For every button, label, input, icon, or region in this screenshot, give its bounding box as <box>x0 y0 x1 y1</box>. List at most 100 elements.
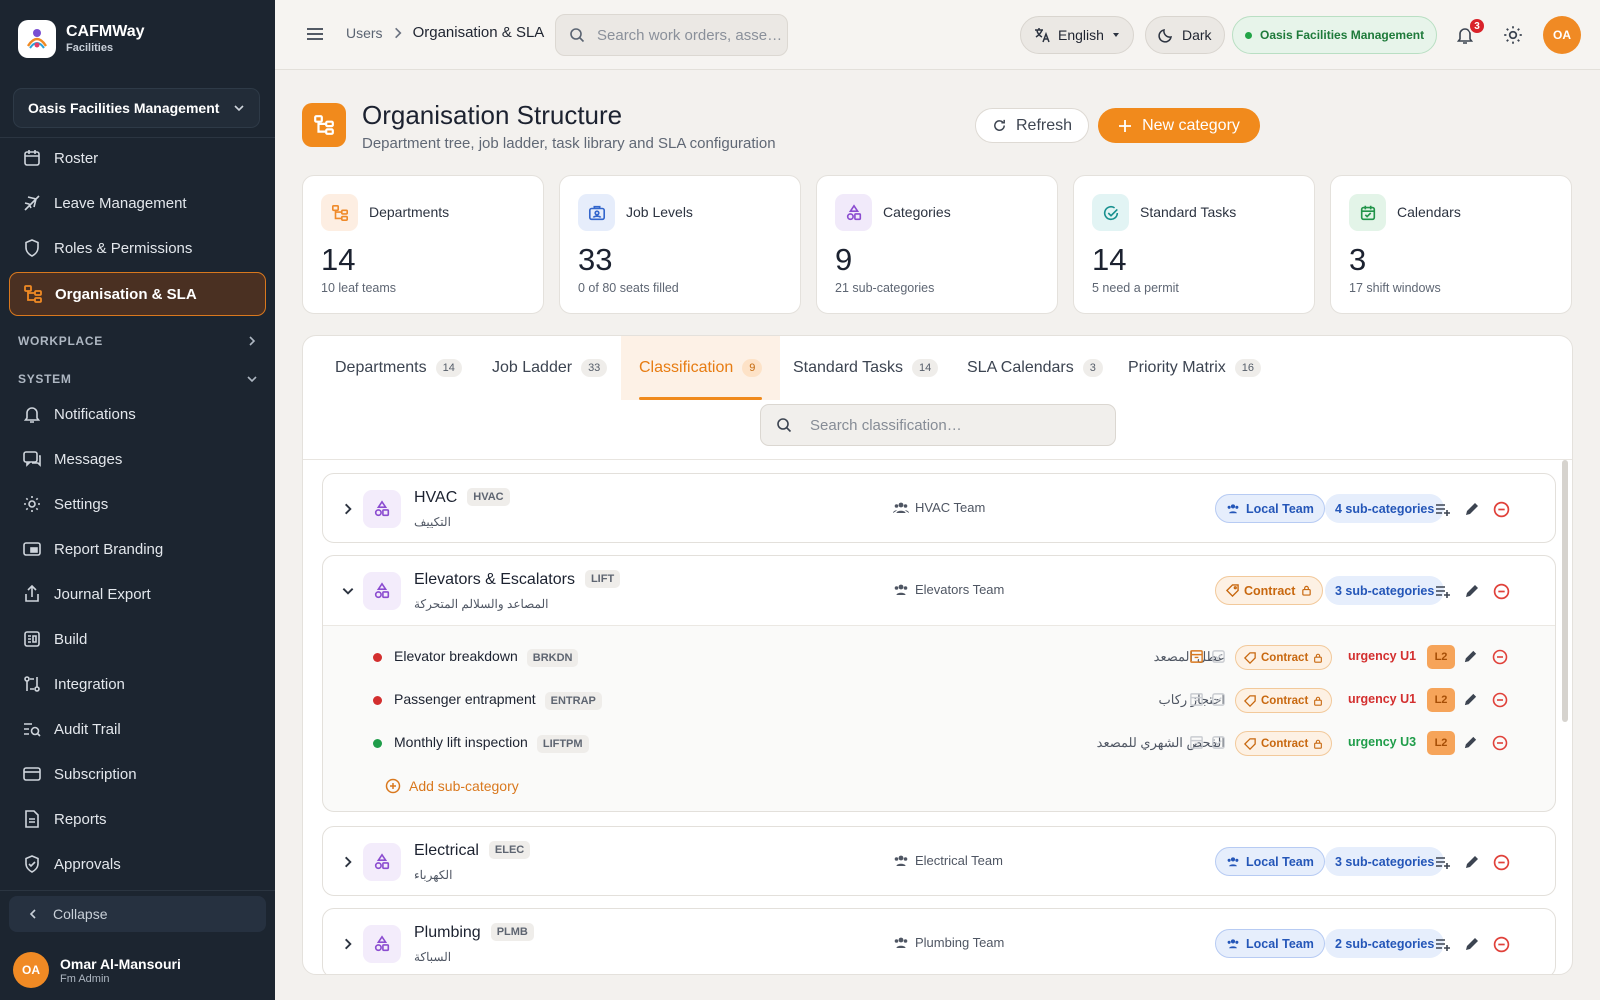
remove-circle-icon[interactable] <box>1493 854 1510 871</box>
sub-category-code: BRKDN <box>526 649 579 667</box>
pencil-icon[interactable] <box>1464 583 1480 599</box>
refresh-button[interactable]: Refresh <box>975 108 1089 143</box>
add-list-icon[interactable] <box>1435 936 1451 952</box>
org-structure-icon <box>302 103 346 147</box>
shapes-icon <box>363 572 401 610</box>
tab-count: 3 <box>1082 359 1103 377</box>
user-profile[interactable]: OA Omar Al-Mansouri Fm Admin <box>13 952 181 988</box>
add-list-icon[interactable] <box>1435 854 1451 870</box>
remove-circle-icon[interactable] <box>1492 692 1508 708</box>
sidebar-item-leave-management[interactable]: Leave Management <box>9 181 266 225</box>
tab-job-ladder[interactable]: Job Ladder 33 <box>492 336 608 400</box>
add-sub-category-button[interactable]: Add sub-category <box>385 778 519 794</box>
pencil-icon[interactable] <box>1464 501 1480 517</box>
category-row-header[interactable]: Elevators & Escalators LIFT المصاعد والسل… <box>323 556 1555 626</box>
remove-circle-icon[interactable] <box>1493 501 1510 518</box>
chevron-right-icon[interactable] <box>341 502 355 516</box>
remove-circle-icon[interactable] <box>1492 735 1508 751</box>
menu-icon[interactable] <box>305 24 325 44</box>
chevron-right-icon[interactable] <box>341 855 355 869</box>
breadcrumb-users[interactable]: Users <box>346 25 383 41</box>
stat-card-categories[interactable]: Categories 9 21 sub-categories <box>816 175 1058 314</box>
sidebar-item-roles-permissions[interactable]: Roles & Permissions <box>9 226 266 270</box>
category-arabic-name: الكهرباء <box>414 868 453 882</box>
tab-label: Classification <box>639 359 734 376</box>
sidebar-item-notifications[interactable]: Notifications <box>9 392 266 436</box>
scrollbar-thumb[interactable] <box>1562 460 1568 722</box>
sidebar-item-settings[interactable]: Settings <box>9 482 266 526</box>
pencil-icon[interactable] <box>1463 649 1478 664</box>
sidebar-item-audit-trail[interactable]: Audit Trail <box>9 707 266 751</box>
archive-icon[interactable] <box>1189 692 1204 707</box>
add-list-icon[interactable] <box>1435 583 1451 599</box>
sub-category-name: Passenger entrapment <box>394 691 536 707</box>
stat-card-job-levels[interactable]: Job Levels 33 0 of 80 seats filled <box>559 175 801 314</box>
pencil-icon[interactable] <box>1463 692 1478 707</box>
stat-card-departments[interactable]: Departments 14 10 leaf teams <box>302 175 544 314</box>
org-selector[interactable]: Oasis Facilities Management <box>13 88 260 128</box>
fulfilment-mode-label: Contract <box>1244 583 1296 598</box>
fulfilment-mode-badge: Contract <box>1235 645 1333 670</box>
collapse-button[interactable]: Collapse <box>9 896 266 932</box>
sidebar-item-journal-export[interactable]: Journal Export <box>9 572 266 616</box>
user-avatar-button[interactable]: OA <box>1543 16 1581 54</box>
sidebar-item-subscription[interactable]: Subscription <box>9 752 266 796</box>
pencil-icon[interactable] <box>1463 735 1478 750</box>
remove-circle-icon[interactable] <box>1493 936 1510 953</box>
tab-sla-calendars[interactable]: SLA Calendars 3 <box>967 336 1103 400</box>
sub-category-row[interactable]: Monthly lift inspection LIFTPM الفحص الشه… <box>373 728 1533 758</box>
sidebar-item-report-branding[interactable]: Report Branding <box>9 527 266 571</box>
category-row-elevators[interactable]: Elevators & Escalators LIFT المصاعد والسل… <box>322 555 1556 812</box>
pencil-icon[interactable] <box>1464 854 1480 870</box>
chevron-down-icon[interactable] <box>341 584 355 598</box>
sidebar-item-approvals[interactable]: Approvals <box>9 842 266 886</box>
sub-category-row[interactable]: Passenger entrapment ENTRAP احتجاز ركاب C… <box>373 685 1533 715</box>
stat-card-standard-tasks[interactable]: Standard Tasks 14 5 need a permit <box>1073 175 1315 314</box>
org-tree-icon <box>24 285 42 303</box>
fulfilment-mode-badge: Local Team <box>1215 847 1325 876</box>
add-list-icon[interactable] <box>1435 501 1451 517</box>
remove-circle-icon[interactable] <box>1493 583 1510 600</box>
archive-icon[interactable] <box>1189 735 1204 750</box>
sidebar-item-label: Roster <box>54 149 99 167</box>
checkbox-icon[interactable] <box>1211 649 1226 664</box>
sidebar-item-organisation-sla[interactable]: Organisation & SLA <box>9 272 266 316</box>
tab-standard-tasks[interactable]: Standard Tasks 14 <box>793 336 939 400</box>
tab-priority-matrix[interactable]: Priority Matrix 16 <box>1128 336 1262 400</box>
team-icon <box>893 502 909 513</box>
assigned-team: Plumbing Team <box>893 935 1004 950</box>
remove-circle-icon[interactable] <box>1492 649 1508 665</box>
checkbox-icon[interactable] <box>1211 692 1226 707</box>
category-row-plumbing[interactable]: Plumbing PLMB السباكة Plumbing Team Local… <box>322 908 1556 974</box>
tab-classification[interactable]: Classification 9 <box>621 336 781 400</box>
sidebar-item-label: Journal Export <box>54 585 151 603</box>
theme-toggle[interactable]: Dark <box>1145 16 1225 54</box>
sidebar-item-integration[interactable]: Integration <box>9 662 266 706</box>
category-row-electrical[interactable]: Electrical ELEC الكهرباء Electrical Team … <box>322 826 1556 896</box>
tab-departments[interactable]: Departments 14 <box>335 336 462 400</box>
sidebar-item-build[interactable]: Build <box>9 617 266 661</box>
sidebar-item-roster[interactable]: Roster <box>9 136 266 180</box>
sidebar-item-messages[interactable]: Messages <box>9 437 266 481</box>
sub-category-row[interactable]: Elevator breakdown BRKDN عطل المصعد Contr… <box>373 642 1533 672</box>
sidebar-group-workplace[interactable]: WORKPLACE <box>18 334 258 348</box>
calendar-icon <box>24 150 40 166</box>
category-row-hvac[interactable]: HVAC HVAC التكييف HVAC Team Local Team 4 … <box>322 473 1556 543</box>
lock-icon <box>1302 585 1312 596</box>
brand[interactable]: CAFMWay Facilities <box>18 20 145 58</box>
pencil-icon[interactable] <box>1464 936 1480 952</box>
stat-card-calendars[interactable]: Calendars 3 17 shift windows <box>1330 175 1572 314</box>
archive-icon[interactable] <box>1189 649 1204 664</box>
gear-icon[interactable] <box>1502 24 1524 46</box>
chevron-right-icon[interactable] <box>341 937 355 951</box>
org-status-badge[interactable]: Oasis Facilities Management <box>1232 16 1438 54</box>
classification-search-input[interactable]: Search classification… <box>760 404 1116 446</box>
language-selector[interactable]: English <box>1020 16 1134 54</box>
global-search-input[interactable]: Search work orders, asse… <box>555 14 788 56</box>
topbar: Users Organisation & SLA Search work ord… <box>275 0 1600 70</box>
shapes-icon <box>363 925 401 963</box>
sidebar-item-reports[interactable]: Reports <box>9 797 266 841</box>
checkbox-icon[interactable] <box>1211 735 1226 750</box>
sidebar-group-system[interactable]: SYSTEM <box>18 372 258 386</box>
new-category-button[interactable]: New category <box>1098 108 1260 143</box>
